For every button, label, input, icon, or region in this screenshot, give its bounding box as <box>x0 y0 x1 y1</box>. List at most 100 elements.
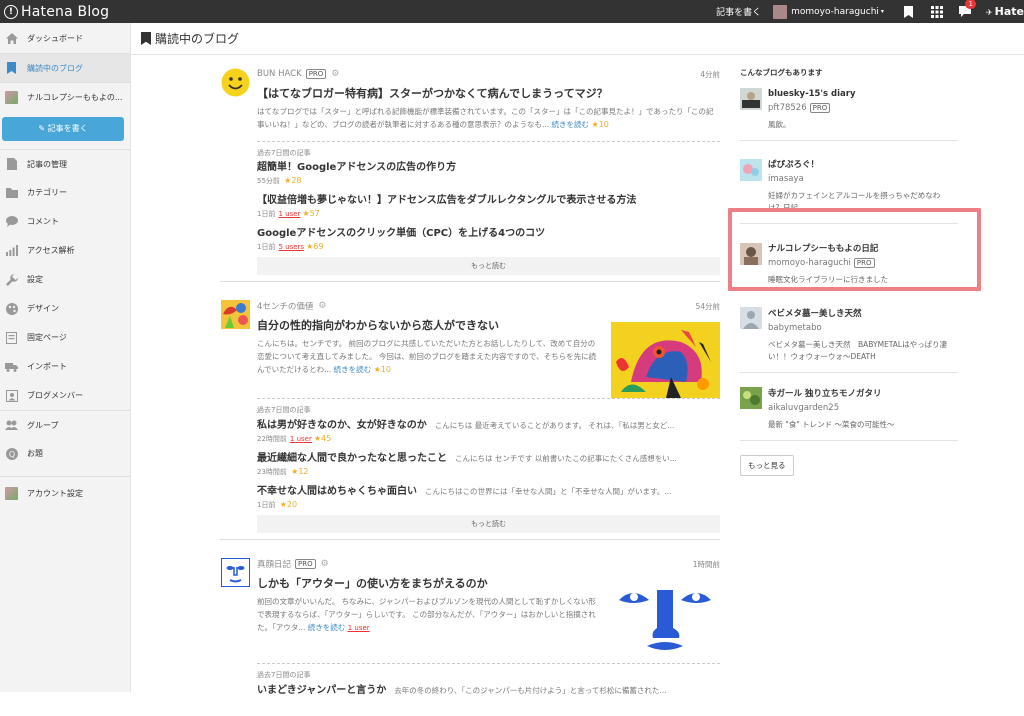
recent-snippet: こんにちはこの世界には「幸せな人間」と「不幸せな人間」がいます。... <box>425 487 672 496</box>
sidebar-item-analytics[interactable]: アクセス解析 <box>0 236 130 265</box>
entry-title[interactable]: 【はてなブロガー特有病】スターがつかなくて病んでしまうってマジ？ <box>257 86 720 102</box>
notification-icon[interactable]: 1 <box>958 0 976 19</box>
entry-header: BUN HACK PRO ⚙ 4分前 <box>257 62 720 86</box>
question-icon: Q <box>5 447 18 460</box>
recent-entry-title[interactable]: いまどきジャンパーと言うか 去年の冬の終わり、「このジャンパーも片付けよう」と言っ… <box>257 684 720 698</box>
suggested-blog-user: imasaya <box>768 172 958 186</box>
entry-title[interactable]: 自分の性的指向がわからないから恋人ができない <box>257 318 601 334</box>
user-menu[interactable]: momoyo-haraguchi ▾ <box>773 4 884 19</box>
sidebar-item-subscriptions[interactable]: 購読中のブログ <box>0 53 130 82</box>
recent-entry-meta: 55分前 ★28 <box>257 175 720 187</box>
svg-text:Q: Q <box>8 450 14 459</box>
sidebar: ダッシュボード 購読中のブログ ナルコレプシーももよの... ✎ 記事を書く 記… <box>0 23 131 692</box>
star-count[interactable]: ★69 <box>306 242 323 251</box>
suggested-blog-name[interactable]: bluesky-15's diary <box>768 87 958 101</box>
star-count[interactable]: ★20 <box>280 500 297 509</box>
sidebar-item-design[interactable]: デザイン <box>0 294 130 323</box>
sidebar-item-entries[interactable]: 記事の管理 <box>0 149 130 178</box>
sidebar-item-group[interactable]: グループ <box>0 410 130 439</box>
recent-entry-title[interactable]: 私は男が好きなのか、女が好きなのか こんにちは 最近考えていることがあります。 そ… <box>257 419 720 433</box>
bookmark-users[interactable]: 5 users <box>278 243 304 251</box>
bookmark-users[interactable]: 1 user <box>278 210 300 218</box>
suggested-blog-name[interactable]: ベビメタ墓ー美しき天然 <box>768 307 958 321</box>
recent-entry-meta: 1日前 ★20 <box>257 499 720 511</box>
hatena-icon: ✈ <box>985 8 993 17</box>
face-blog-icon[interactable] <box>221 558 250 587</box>
subscription-feed: BUN HACK PRO ⚙ 4分前 【はてなブロガー特有病】スターがつかなくて… <box>220 62 720 716</box>
bookmark-icon[interactable] <box>902 5 916 19</box>
star-count[interactable]: ★10 <box>374 365 391 374</box>
sidebar-item-my-blog[interactable]: ナルコレプシーももよの... <box>0 82 130 111</box>
blog-name[interactable]: 4センチの価値 <box>257 300 313 312</box>
recent-title-text: 私は男が好きなのか、女が好きなのか <box>257 420 427 431</box>
blog-avatar[interactable] <box>740 159 762 181</box>
sidebar-item-settings[interactable]: 設定 <box>0 265 130 294</box>
star-count[interactable]: ★12 <box>291 467 308 476</box>
suggested-blog-desc: 風飲。 <box>768 120 791 129</box>
recent-entry-title[interactable]: 最近繊細な人間で良かったなと思ったこと こんにちは センチです 以前書いたこの記事… <box>257 452 720 466</box>
see-more-button[interactable]: もっと見る <box>740 455 794 476</box>
recent-entry-title[interactable]: Googleアドセンスのクリック単価（CPC）を上げる4つのコツ <box>257 227 720 241</box>
read-more-button[interactable]: もっと読む <box>257 515 720 533</box>
sidebar-item-fixed-page[interactable]: 固定ページ <box>0 323 130 352</box>
sidebar-item-account[interactable]: アカウント設定 <box>0 476 130 509</box>
sidebar-item-dashboard[interactable]: ダッシュボード <box>0 24 130 53</box>
grid-menu-icon[interactable] <box>930 5 944 19</box>
folder-icon <box>5 186 18 199</box>
read-more-link[interactable]: 続きを読む <box>552 120 590 129</box>
star-count[interactable]: ★45 <box>314 434 331 443</box>
entry-thumbnail[interactable] <box>611 322 720 398</box>
write-entry-link[interactable]: 記事を書く <box>716 5 761 18</box>
entry-thumbnail[interactable] <box>611 580 720 656</box>
recent-label: 過去7日間の記事 <box>257 141 720 158</box>
sidebar-item-comment[interactable]: コメント <box>0 207 130 236</box>
suggested-blog-name[interactable]: 寺ガール 独り立ちモノガタリ <box>768 387 958 401</box>
write-entry-button[interactable]: ✎ 記事を書く <box>2 117 124 141</box>
blog-avatar[interactable] <box>740 387 762 409</box>
hatena-blog-logo[interactable]: ! Hatena Blog <box>4 4 109 20</box>
recent-entry: 【収益倍増も夢じゃない！】アドセンス広告をダブルレクタングルで表示させる方法 1… <box>257 194 720 220</box>
blog-name[interactable]: 真顔日記 <box>257 558 291 570</box>
mushroom-blog-icon[interactable] <box>221 300 250 329</box>
recent-title-text: いまどきジャンパーと言うか <box>257 685 387 696</box>
gear-icon[interactable]: ⚙ <box>321 559 329 569</box>
read-more-link[interactable]: 続きを読む <box>308 623 346 632</box>
recent-entry: Googleアドセンスのクリック単価（CPC）を上げる4つのコツ 1日前 5 us… <box>257 227 720 253</box>
pro-badge: PRO <box>295 559 316 569</box>
star-count[interactable]: ★10 <box>591 120 608 129</box>
hatena-link[interactable]: ✈ Hate <box>986 5 1024 18</box>
chart-icon <box>5 244 18 257</box>
suggested-blog-name[interactable]: ぱぴぷろぐ！ <box>768 158 958 172</box>
brand-name: Hatena Blog <box>21 3 110 20</box>
gear-icon[interactable]: ⚙ <box>331 69 339 79</box>
entry-title[interactable]: しかも「アウター」の使い方をまちがえるのか <box>257 576 601 592</box>
sidebar-item-members[interactable]: ブログメンバー <box>0 381 130 410</box>
recent-time: 1日前 <box>257 243 276 251</box>
star-count[interactable]: ★28 <box>284 176 301 185</box>
gear-icon[interactable]: ⚙ <box>318 301 326 311</box>
recent-title-text: 不幸せな人間はめちゃくちゃ面白い <box>257 486 417 497</box>
sidebar-item-theme[interactable]: Q お題 <box>0 439 130 468</box>
sidebar-item-label: 設定 <box>27 275 43 284</box>
blog-avatar[interactable] <box>740 88 762 110</box>
sidebar-item-category[interactable]: カテゴリー <box>0 178 130 207</box>
sidebar-item-label: お題 <box>27 449 43 458</box>
smiley-blog-icon[interactable] <box>221 68 250 97</box>
bookmark-users[interactable]: 1 user <box>348 624 370 632</box>
sidebar-item-import[interactable]: インポート <box>0 352 130 381</box>
star-count[interactable]: ★57 <box>302 209 319 218</box>
suggested-user-id: aikaluvgarden25 <box>768 403 840 413</box>
recent-entry-title[interactable]: 不幸せな人間はめちゃくちゃ面白い こんにちはこの世界には「幸せな人間」と「不幸せな… <box>257 485 720 499</box>
default-avatar-icon[interactable] <box>740 307 762 329</box>
summary-text: はてなブログでは「スター」と呼ばれる記飾機能が標準装備されています。この「スター… <box>257 107 714 129</box>
recent-label: 過去7日間の記事 <box>257 398 720 415</box>
entry-time: 54分前 <box>695 301 720 311</box>
recent-snippet: 去年の冬の終わり、「このジャンパーも片付けよう」と言って杉松に備蓄された... <box>394 686 667 695</box>
recent-entry-title[interactable]: 超簡単！Googleアドセンスの広告の作り方 <box>257 161 720 175</box>
read-more-button[interactable]: もっと読む <box>257 257 720 275</box>
recent-entry: 私は男が好きなのか、女が好きなのか こんにちは 最近考えていることがあります。 そ… <box>257 419 720 445</box>
read-more-link[interactable]: 続きを読む <box>334 365 372 374</box>
bookmark-users[interactable]: 1 user <box>290 435 312 443</box>
blog-name[interactable]: BUN HACK <box>257 69 302 79</box>
recent-entry-title[interactable]: 【収益倍増も夢じゃない！】アドセンス広告をダブルレクタングルで表示させる方法 <box>257 194 720 208</box>
